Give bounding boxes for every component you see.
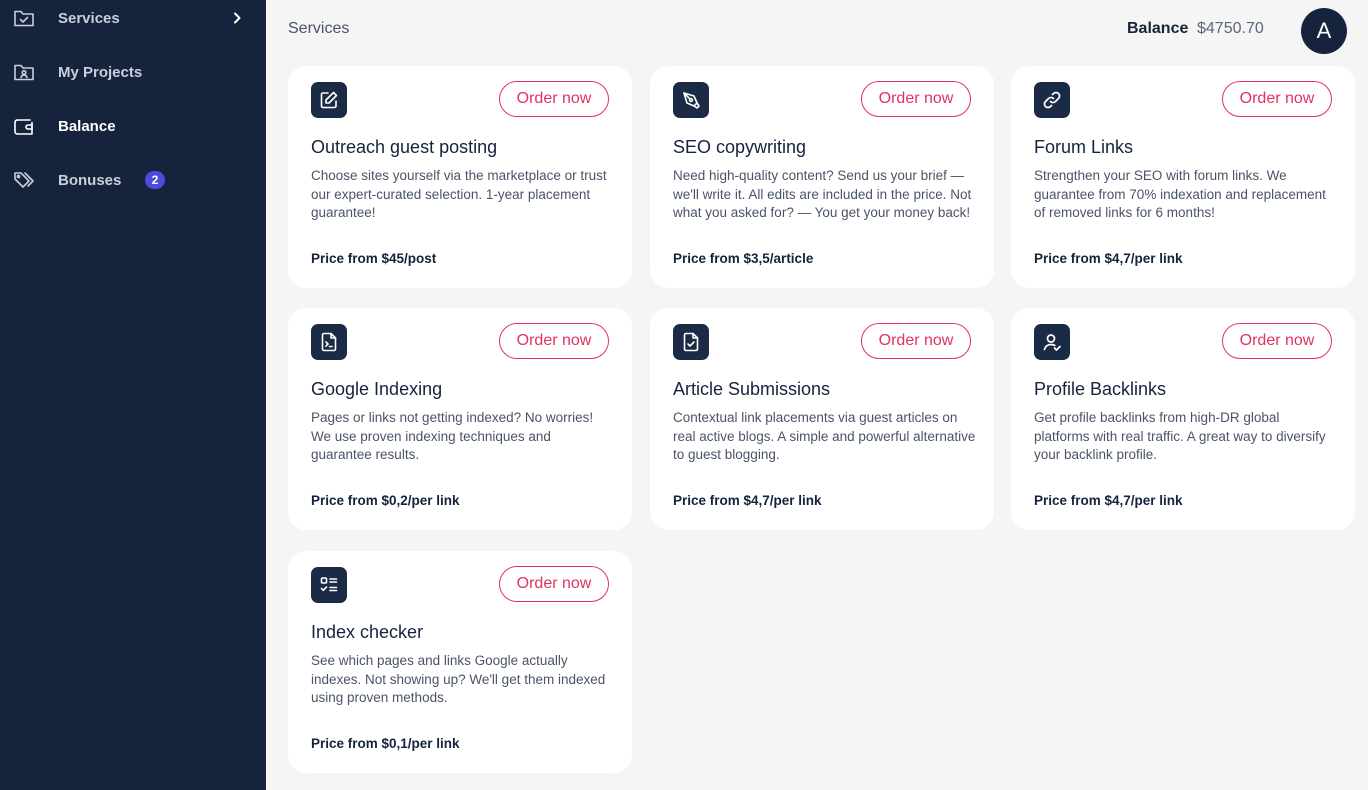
sidebar-item-services[interactable]: Services [0, 0, 266, 38]
sidebar-item-my-projects[interactable]: My Projects [0, 52, 266, 92]
order-now-button[interactable]: Order now [861, 323, 971, 359]
card-price: Price from $3,5/article [673, 251, 814, 266]
card-description: Contextual link placements via guest art… [673, 410, 976, 463]
sidebar-item-balance[interactable]: Balance [0, 106, 266, 146]
service-card-outreach: Order now Outreach guest posting Choose … [288, 66, 632, 288]
card-title: Outreach guest posting [311, 137, 498, 157]
card-title: SEO copywriting [673, 137, 807, 157]
card-title: Google Indexing [311, 379, 443, 399]
edit-icon [311, 82, 347, 118]
card-description: See which pages and links Google actuall… [311, 653, 606, 706]
card-price: Price from $4,7/per link [673, 493, 822, 508]
order-now-button[interactable]: Order now [1222, 323, 1332, 359]
checklist-icon [311, 567, 347, 603]
avatar[interactable]: A [1301, 8, 1347, 54]
service-card-forum-links: Order now Forum Links Strengthen your SE… [1011, 66, 1355, 288]
file-check-icon [673, 324, 709, 360]
balance-label: Balance [1127, 20, 1189, 37]
service-card-google-indexing: Order now Google Indexing Pages or links… [288, 308, 632, 530]
service-card-index-checker: Order now Index checker See which pages … [288, 551, 632, 773]
link-icon [1034, 82, 1070, 118]
card-price: Price from $45/post [311, 251, 437, 266]
sidebar-item-label: Services [58, 9, 120, 27]
wallet-icon [13, 115, 35, 137]
sidebar-item-label: Bonuses [58, 171, 122, 189]
card-title: Article Submissions [673, 379, 831, 399]
page-title: Services [288, 20, 350, 37]
service-card-article-submissions: Order now Article Submissions Contextual… [650, 308, 994, 530]
user-check-icon [1034, 324, 1070, 360]
balance-value: $4750.70 [1197, 20, 1264, 37]
card-description: Pages or links not getting indexed? No w… [311, 410, 594, 463]
folder-check-icon [13, 7, 35, 29]
bonuses-count-badge: 2 [145, 171, 165, 189]
card-description: Strengthen your SEO with forum links. We… [1034, 168, 1326, 221]
card-description: Need high-quality content? Send us your … [673, 168, 972, 221]
service-card-seo-copywriting: Order now SEO copywriting Need high-qual… [650, 66, 994, 288]
order-now-button[interactable]: Order now [861, 81, 971, 117]
card-price: Price from $0,1/per link [311, 736, 460, 751]
terminal-file-icon [311, 324, 347, 360]
service-card-profile-backlinks: Order now Profile Backlinks Get profile … [1011, 308, 1355, 530]
order-now-button[interactable]: Order now [1222, 81, 1332, 117]
card-title: Index checker [311, 622, 424, 642]
sidebar-item-bonuses[interactable]: Bonuses 2 [0, 160, 266, 200]
card-title: Forum Links [1034, 137, 1134, 157]
sidebar-item-label: My Projects [58, 63, 143, 81]
card-description: Choose sites yourself via the marketplac… [311, 168, 607, 221]
chevron-right-icon[interactable] [231, 12, 243, 24]
order-now-button[interactable]: Order now [499, 323, 609, 359]
card-price: Price from $0,2/per link [311, 493, 460, 508]
folder-user-icon [13, 61, 35, 83]
sidebar: Services My Projects Balance Bonuses 2 [0, 0, 266, 790]
card-title: Profile Backlinks [1034, 379, 1167, 399]
card-price: Price from $4,7/per link [1034, 251, 1183, 266]
sidebar-item-label: Balance [58, 117, 116, 135]
pen-tool-icon [673, 82, 709, 118]
order-now-button[interactable]: Order now [499, 81, 609, 117]
card-description: Get profile backlinks from high-DR globa… [1034, 410, 1326, 463]
tags-icon [13, 169, 35, 191]
card-price: Price from $4,7/per link [1034, 493, 1183, 508]
order-now-button[interactable]: Order now [499, 566, 609, 602]
